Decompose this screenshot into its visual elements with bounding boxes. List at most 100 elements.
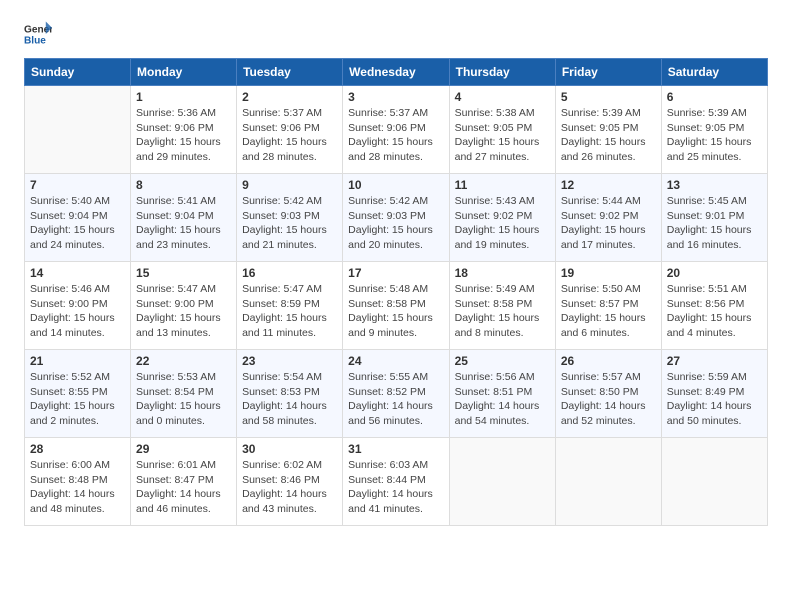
- header-row: SundayMondayTuesdayWednesdayThursdayFrid…: [25, 59, 768, 86]
- week-row-3: 14 Sunrise: 5:46 AM Sunset: 9:00 PM Dayli…: [25, 262, 768, 350]
- day-number: 24: [348, 354, 443, 368]
- col-header-sunday: Sunday: [25, 59, 131, 86]
- col-header-wednesday: Wednesday: [343, 59, 449, 86]
- day-info: Sunrise: 5:51 AM Sunset: 8:56 PM Dayligh…: [667, 282, 762, 341]
- day-number: 13: [667, 178, 762, 192]
- day-number: 9: [242, 178, 337, 192]
- day-cell-20: 20 Sunrise: 5:51 AM Sunset: 8:56 PM Dayli…: [661, 262, 767, 350]
- day-info: Sunrise: 5:46 AM Sunset: 9:00 PM Dayligh…: [30, 282, 125, 341]
- day-cell-18: 18 Sunrise: 5:49 AM Sunset: 8:58 PM Dayli…: [449, 262, 555, 350]
- day-cell-3: 3Sunrise: 5:37 AM Sunset: 9:06 PM Daylig…: [343, 86, 449, 174]
- day-cell-22: 22Sunrise: 5:53 AM Sunset: 8:54 PM Dayli…: [131, 350, 237, 438]
- empty-cell: [661, 438, 767, 526]
- day-cell-11: 11 Sunrise: 5:43 AM Sunset: 9:02 PM Dayli…: [449, 174, 555, 262]
- day-info: Sunrise: 5:39 AM Sunset: 9:05 PM Dayligh…: [667, 106, 762, 165]
- day-cell-2: 2 Sunrise: 5:37 AM Sunset: 9:06 PM Daylig…: [237, 86, 343, 174]
- day-number: 26: [561, 354, 656, 368]
- day-number: 15: [136, 266, 231, 280]
- day-info: Sunrise: 5:40 AM Sunset: 9:04 PM Dayligh…: [30, 194, 125, 253]
- day-number: 8: [136, 178, 231, 192]
- day-cell-6: 6Sunrise: 5:39 AM Sunset: 9:05 PM Daylig…: [661, 86, 767, 174]
- day-info: Sunrise: 5:50 AM Sunset: 8:57 PM Dayligh…: [561, 282, 656, 341]
- day-cell-8: 8 Sunrise: 5:41 AM Sunset: 9:04 PM Daylig…: [131, 174, 237, 262]
- day-info: Sunrise: 6:02 AM Sunset: 8:46 PM Dayligh…: [242, 458, 337, 517]
- day-number: 22: [136, 354, 231, 368]
- day-number: 20: [667, 266, 762, 280]
- day-info: Sunrise: 5:41 AM Sunset: 9:04 PM Dayligh…: [136, 194, 231, 253]
- day-info: Sunrise: 5:42 AM Sunset: 9:03 PM Dayligh…: [348, 194, 443, 253]
- day-number: 25: [455, 354, 550, 368]
- day-info: Sunrise: 5:42 AM Sunset: 9:03 PM Dayligh…: [242, 194, 337, 253]
- col-header-saturday: Saturday: [661, 59, 767, 86]
- calendar-table: SundayMondayTuesdayWednesdayThursdayFrid…: [24, 58, 768, 526]
- day-number: 7: [30, 178, 125, 192]
- day-number: 16: [242, 266, 337, 280]
- col-header-friday: Friday: [555, 59, 661, 86]
- empty-cell: [449, 438, 555, 526]
- empty-cell: [25, 86, 131, 174]
- day-cell-25: 25Sunrise: 5:56 AM Sunset: 8:51 PM Dayli…: [449, 350, 555, 438]
- day-cell-10: 10 Sunrise: 5:42 AM Sunset: 9:03 PM Dayli…: [343, 174, 449, 262]
- day-cell-14: 14 Sunrise: 5:46 AM Sunset: 9:00 PM Dayli…: [25, 262, 131, 350]
- day-cell-1: 1 Sunrise: 5:36 AM Sunset: 9:06 PM Daylig…: [131, 86, 237, 174]
- day-cell-29: 29 Sunrise: 6:01 AM Sunset: 8:47 PM Dayli…: [131, 438, 237, 526]
- page-header: General Blue: [24, 20, 768, 48]
- day-cell-9: 9 Sunrise: 5:42 AM Sunset: 9:03 PM Daylig…: [237, 174, 343, 262]
- day-cell-16: 16Sunrise: 5:47 AM Sunset: 8:59 PM Dayli…: [237, 262, 343, 350]
- day-info: Sunrise: 5:36 AM Sunset: 9:06 PM Dayligh…: [136, 106, 231, 165]
- day-cell-15: 15Sunrise: 5:47 AM Sunset: 9:00 PM Dayli…: [131, 262, 237, 350]
- empty-cell: [555, 438, 661, 526]
- day-number: 29: [136, 442, 231, 456]
- logo: General Blue: [24, 20, 52, 48]
- week-row-1: 1 Sunrise: 5:36 AM Sunset: 9:06 PM Daylig…: [25, 86, 768, 174]
- day-cell-30: 30 Sunrise: 6:02 AM Sunset: 8:46 PM Dayli…: [237, 438, 343, 526]
- day-info: Sunrise: 6:01 AM Sunset: 8:47 PM Dayligh…: [136, 458, 231, 517]
- day-cell-24: 24Sunrise: 5:55 AM Sunset: 8:52 PM Dayli…: [343, 350, 449, 438]
- day-number: 18: [455, 266, 550, 280]
- day-cell-19: 19 Sunrise: 5:50 AM Sunset: 8:57 PM Dayli…: [555, 262, 661, 350]
- col-header-tuesday: Tuesday: [237, 59, 343, 86]
- day-number: 11: [455, 178, 550, 192]
- day-number: 19: [561, 266, 656, 280]
- day-info: Sunrise: 5:38 AM Sunset: 9:05 PM Dayligh…: [455, 106, 550, 165]
- day-number: 10: [348, 178, 443, 192]
- day-cell-5: 5 Sunrise: 5:39 AM Sunset: 9:05 PM Daylig…: [555, 86, 661, 174]
- day-number: 5: [561, 90, 656, 104]
- day-number: 4: [455, 90, 550, 104]
- day-cell-17: 17Sunrise: 5:48 AM Sunset: 8:58 PM Dayli…: [343, 262, 449, 350]
- day-cell-4: 4 Sunrise: 5:38 AM Sunset: 9:05 PM Daylig…: [449, 86, 555, 174]
- day-cell-28: 28Sunrise: 6:00 AM Sunset: 8:48 PM Dayli…: [25, 438, 131, 526]
- day-info: Sunrise: 5:54 AM Sunset: 8:53 PM Dayligh…: [242, 370, 337, 429]
- week-row-2: 7 Sunrise: 5:40 AM Sunset: 9:04 PM Daylig…: [25, 174, 768, 262]
- day-info: Sunrise: 5:57 AM Sunset: 8:50 PM Dayligh…: [561, 370, 656, 429]
- week-row-5: 28Sunrise: 6:00 AM Sunset: 8:48 PM Dayli…: [25, 438, 768, 526]
- logo-icon: General Blue: [24, 20, 52, 48]
- day-info: Sunrise: 6:03 AM Sunset: 8:44 PM Dayligh…: [348, 458, 443, 517]
- day-number: 12: [561, 178, 656, 192]
- day-number: 21: [30, 354, 125, 368]
- day-cell-26: 26 Sunrise: 5:57 AM Sunset: 8:50 PM Dayli…: [555, 350, 661, 438]
- day-cell-12: 12Sunrise: 5:44 AM Sunset: 9:02 PM Dayli…: [555, 174, 661, 262]
- svg-text:Blue: Blue: [24, 35, 46, 46]
- day-info: Sunrise: 5:43 AM Sunset: 9:02 PM Dayligh…: [455, 194, 550, 253]
- day-number: 17: [348, 266, 443, 280]
- col-header-monday: Monday: [131, 59, 237, 86]
- day-number: 30: [242, 442, 337, 456]
- day-info: Sunrise: 5:39 AM Sunset: 9:05 PM Dayligh…: [561, 106, 656, 165]
- day-number: 27: [667, 354, 762, 368]
- day-cell-13: 13Sunrise: 5:45 AM Sunset: 9:01 PM Dayli…: [661, 174, 767, 262]
- day-number: 2: [242, 90, 337, 104]
- day-number: 1: [136, 90, 231, 104]
- col-header-thursday: Thursday: [449, 59, 555, 86]
- day-number: 14: [30, 266, 125, 280]
- day-number: 23: [242, 354, 337, 368]
- day-info: Sunrise: 5:37 AM Sunset: 9:06 PM Dayligh…: [348, 106, 443, 165]
- day-cell-31: 31 Sunrise: 6:03 AM Sunset: 8:44 PM Dayli…: [343, 438, 449, 526]
- day-info: Sunrise: 5:49 AM Sunset: 8:58 PM Dayligh…: [455, 282, 550, 341]
- day-number: 31: [348, 442, 443, 456]
- day-cell-21: 21 Sunrise: 5:52 AM Sunset: 8:55 PM Dayli…: [25, 350, 131, 438]
- day-info: Sunrise: 5:59 AM Sunset: 8:49 PM Dayligh…: [667, 370, 762, 429]
- day-number: 28: [30, 442, 125, 456]
- day-info: Sunrise: 5:37 AM Sunset: 9:06 PM Dayligh…: [242, 106, 337, 165]
- day-info: Sunrise: 5:52 AM Sunset: 8:55 PM Dayligh…: [30, 370, 125, 429]
